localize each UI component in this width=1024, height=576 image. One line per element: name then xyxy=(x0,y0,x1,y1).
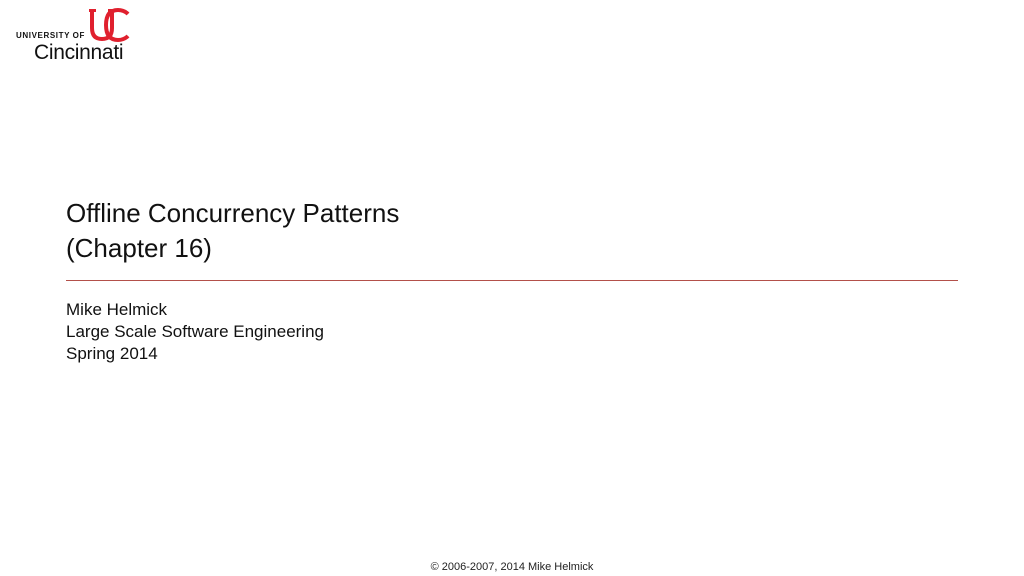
course-name: Large Scale Software Engineering xyxy=(66,322,324,341)
logo-city-text: Cincinnati xyxy=(34,41,124,64)
university-logo: UNIVERSITY OF Cincinnati xyxy=(16,8,146,66)
title-line-2: (Chapter 16) xyxy=(66,233,212,263)
author-name: Mike Helmick xyxy=(66,300,168,319)
copyright-footer: © 2006-2007, 2014 Mike Helmick xyxy=(430,561,594,573)
uc-logo-icon xyxy=(89,8,130,42)
slide-subtitle: Mike Helmick Large Scale Software Engine… xyxy=(66,299,324,365)
title-divider xyxy=(66,280,958,281)
logo-university-text: UNIVERSITY OF xyxy=(16,31,85,40)
title-line-1: Offline Concurrency Patterns xyxy=(66,198,400,228)
term: Spring 2014 xyxy=(66,344,158,363)
slide-title: Offline Concurrency Patterns (Chapter 16… xyxy=(66,196,958,266)
